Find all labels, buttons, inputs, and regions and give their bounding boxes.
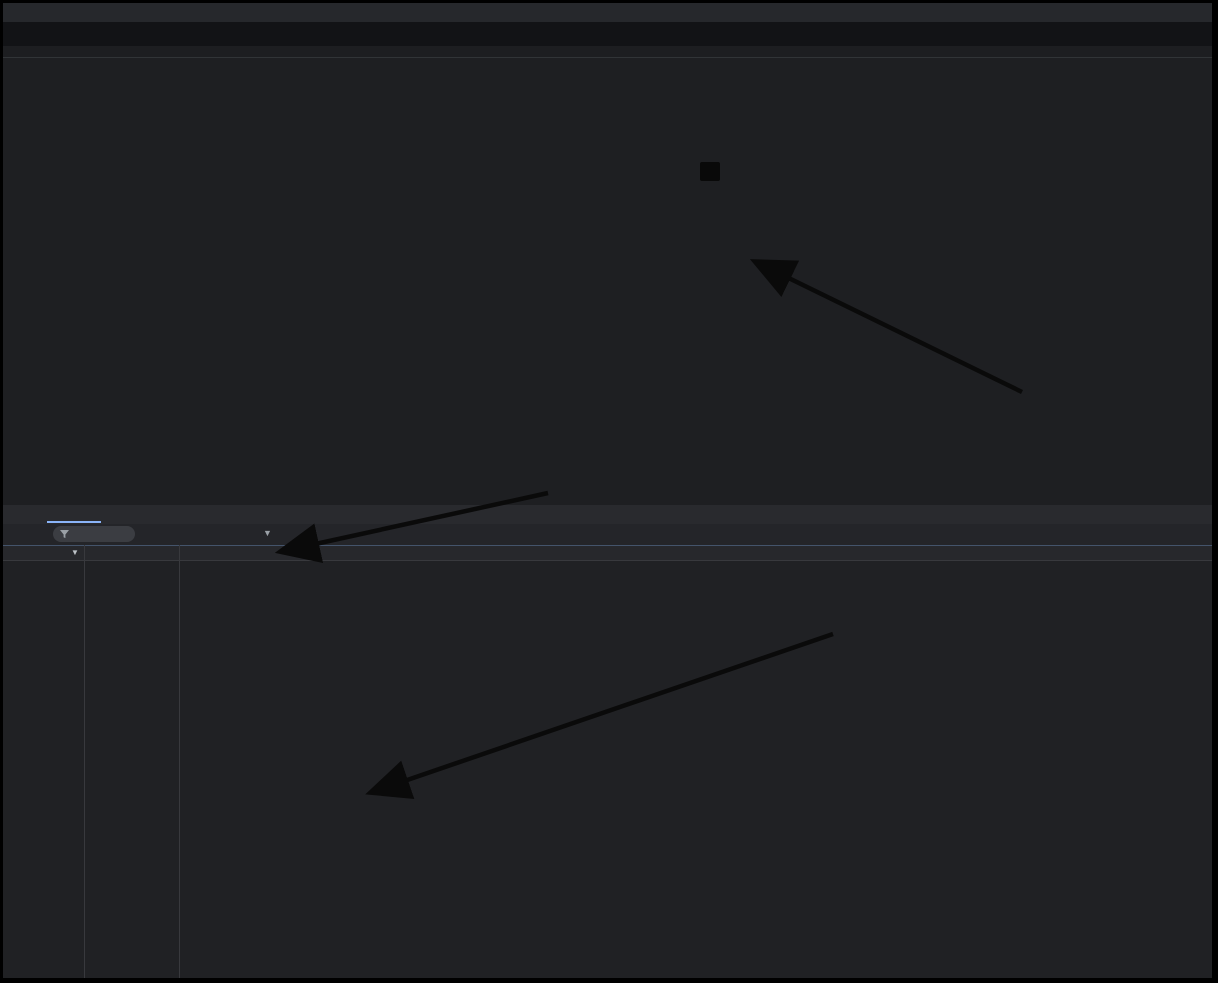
sort-desc-icon[interactable]: ▼ [71, 548, 79, 557]
filter-input[interactable] [53, 526, 135, 542]
devtools-performance-panel: ▼ ▼ [0, 0, 1218, 983]
tooltip-type [707, 165, 713, 177]
column-divider[interactable] [84, 545, 85, 983]
filter-funnel-icon [60, 530, 69, 539]
screenshot-filmstrip[interactable] [0, 22, 1218, 46]
bottom-toolbar: ▼ [0, 524, 1218, 545]
timeline-tracks[interactable] [0, 57, 1218, 503]
column-divider[interactable] [179, 545, 180, 983]
task-tooltip [700, 162, 720, 181]
table-header: ▼ [0, 545, 1218, 561]
chevron-down-icon: ▼ [263, 528, 272, 538]
bottom-tabbar [0, 505, 1218, 525]
active-tab-underline [47, 521, 101, 523]
bottom-up-table [0, 561, 1218, 983]
timeline-minimap[interactable] [0, 0, 1218, 22]
